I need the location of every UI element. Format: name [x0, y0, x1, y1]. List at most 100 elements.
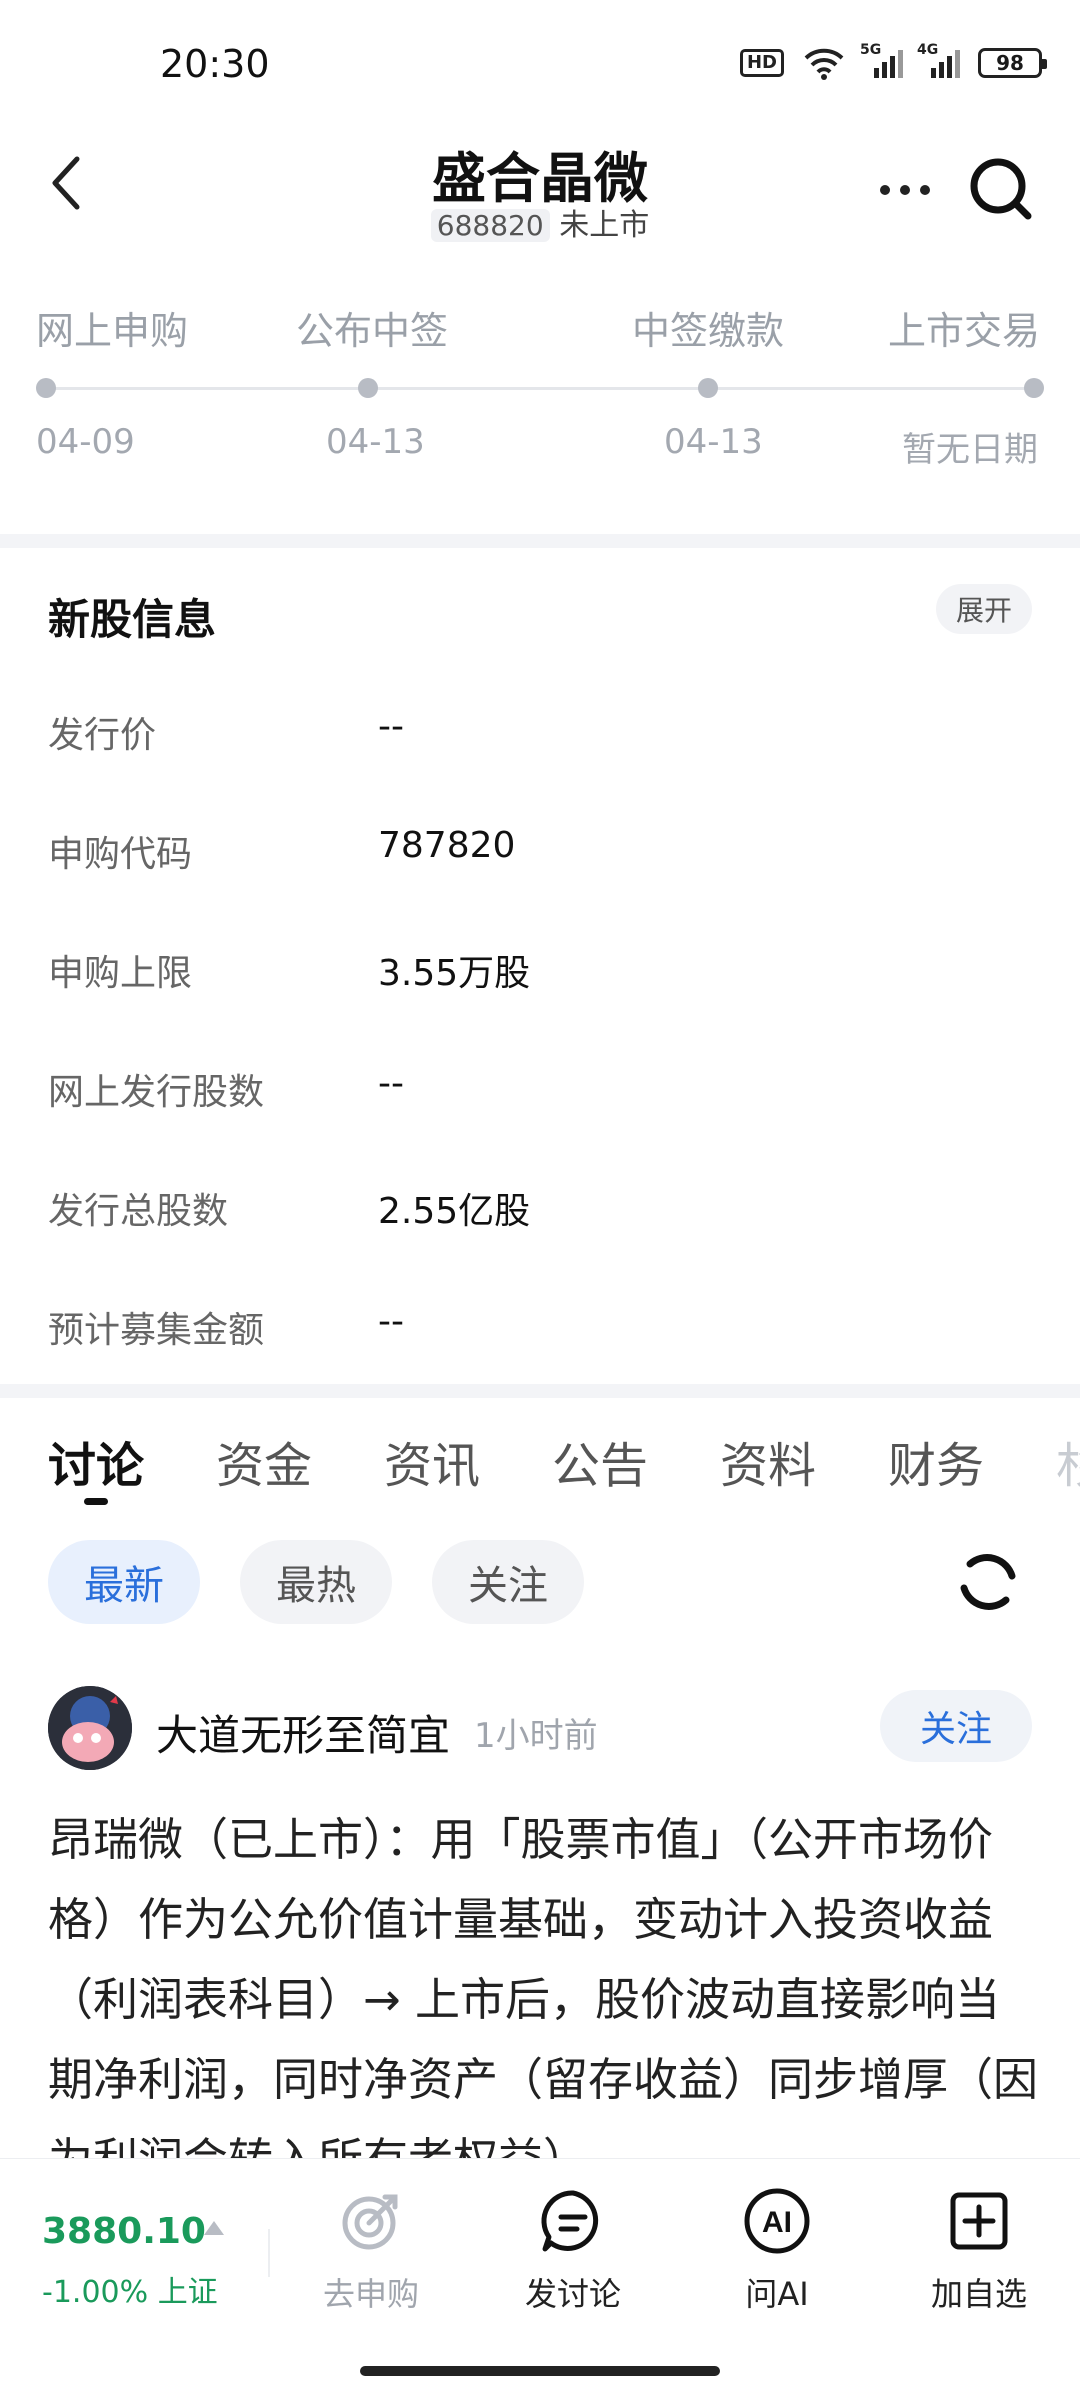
info-value: --	[378, 1063, 404, 1104]
info-title: 新股信息	[48, 595, 217, 644]
timeline-label: 中签缴款	[632, 309, 785, 353]
info-value: --	[378, 1301, 404, 1342]
info-row-subscription-code: 申购代码 787820	[48, 825, 1028, 885]
search-icon	[970, 158, 1032, 220]
bottom-divider	[268, 2229, 270, 2277]
index-trend-icon	[204, 2221, 224, 2235]
tab-discussion[interactable]: 讨论	[48, 1426, 144, 1496]
signal-4g-icon: 4G	[917, 42, 960, 78]
timeline-date: 暂无日期	[902, 430, 1038, 470]
bottom-item-label: 问AI	[745, 2275, 809, 2313]
ask-ai-button[interactable]: AI 问AI	[692, 2185, 862, 2345]
header: 盛合晶微 688820 未上市	[0, 130, 1080, 250]
info-value: 787820	[378, 825, 516, 866]
chat-icon	[541, 2190, 599, 2252]
info-key: 申购上限	[48, 953, 193, 994]
ai-icon: AI	[744, 2188, 810, 2254]
bottom-bar: 3880.10 -1.00% 上证 去申购 发讨论 AI 问AI 加自选	[0, 2158, 1080, 2400]
expand-button[interactable]: 展开	[935, 584, 1032, 634]
timeline-step-payment: 中签缴款 04-13	[632, 300, 784, 470]
info-row-issue-price: 发行价 --	[48, 706, 1028, 766]
index-change-line[interactable]: -1.00% 上证	[42, 2267, 218, 2311]
timeline-dot	[698, 378, 718, 398]
signal-5g-icon: 5G	[860, 42, 903, 78]
target-icon	[342, 2194, 398, 2250]
filter-following[interactable]: 关注	[432, 1540, 584, 1624]
add-box-icon	[950, 2192, 1008, 2250]
timeline-date: 04-13	[664, 422, 763, 462]
timeline-step-announce: 公布中签 04-13	[296, 300, 448, 470]
section-divider	[0, 534, 1080, 548]
info-value: --	[378, 706, 404, 747]
tab-financials[interactable]: 财务	[888, 1426, 984, 1496]
info-key: 发行价	[48, 715, 157, 756]
filter-latest[interactable]: 最新	[48, 1540, 200, 1624]
timeline-label: 上市交易	[888, 309, 1041, 353]
refresh-button[interactable]	[946, 1540, 1030, 1624]
tab-partial[interactable]: 杉	[1056, 1426, 1080, 1496]
wifi-icon	[802, 46, 846, 80]
svg-text:AI: AI	[762, 2206, 792, 2239]
refresh-icon	[960, 1554, 1016, 1610]
more-dot-icon	[880, 185, 890, 195]
avatar[interactable]	[48, 1686, 132, 1770]
info-row-expected-raise: 预计募集金额 --	[48, 1301, 1028, 1361]
status-icons: HD 5G 4G 98	[739, 42, 1047, 80]
info-key: 申购代码	[48, 834, 193, 875]
go-subscribe-button[interactable]: 去申购	[286, 2185, 456, 2345]
follow-button[interactable]: 关注	[879, 1690, 1032, 1762]
timeline-line	[45, 387, 1035, 390]
tab-funds[interactable]: 资金	[216, 1426, 312, 1496]
hd-icon: HD	[739, 49, 784, 77]
battery-icon: 98	[978, 48, 1047, 78]
timeline-dot	[1024, 378, 1044, 398]
bottom-item-label: 加自选	[930, 2275, 1027, 2313]
network-label-5g: 5G	[860, 42, 882, 58]
add-watchlist-button[interactable]: 加自选	[894, 2185, 1064, 2345]
home-indicator[interactable]	[360, 2366, 720, 2376]
stock-code: 688820	[430, 209, 550, 242]
post-body[interactable]: 昂瑞微（已上市）：用「股票市值」（公开市场价格）作为公允价值计量基础，变动计入投…	[48, 1800, 1038, 2160]
section-divider	[0, 1384, 1080, 1398]
content-tabs: 讨论 资金 资讯 公告 资料 财务 杉	[0, 1400, 1080, 1520]
post-time: 1小时前	[474, 1716, 598, 1756]
index-value[interactable]: 3880.10	[42, 2211, 206, 2252]
ipo-timeline: 网上申购 04-09 公布中签 04-13 中签缴款 04-13 上市交易 暂无…	[0, 300, 1080, 470]
info-value: 2.55亿股	[378, 1191, 531, 1232]
timeline-label: 网上申购	[36, 309, 189, 353]
index-change: -1.00%	[42, 2275, 149, 2310]
tab-announcements[interactable]: 公告	[552, 1426, 648, 1496]
timeline-dot	[358, 378, 378, 398]
post-author[interactable]: 大道无形至简宜	[156, 1702, 450, 1763]
info-key: 发行总股数	[48, 1191, 229, 1232]
timeline-step-listing: 上市交易 暂无日期	[888, 300, 1044, 470]
search-button[interactable]	[962, 150, 1042, 230]
more-dot-icon	[920, 185, 930, 195]
info-key: 网上发行股数	[48, 1072, 265, 1113]
post-discussion-button[interactable]: 发讨论	[488, 2185, 658, 2345]
discussion-post[interactable]: 大道无形至简宜 1小时前 关注 昂瑞微（已上市）：用「股票市值」（公开市场价格）…	[0, 1680, 1080, 2160]
tab-news[interactable]: 资讯	[384, 1426, 480, 1496]
post-filters: 最新 最热 关注	[0, 1540, 1080, 1630]
status-bar: 20:30 HD 5G 4G 98	[0, 0, 1080, 130]
active-tab-indicator	[84, 1498, 108, 1505]
listing-status: 未上市	[559, 208, 650, 243]
status-time: 20:30	[160, 42, 270, 86]
info-row-online-shares: 网上发行股数 --	[48, 1063, 1028, 1123]
new-stock-info: 新股信息 展开 发行价 -- 申购代码 787820 申购上限 3.55万股 网…	[0, 548, 1080, 1380]
timeline-step-subscribe: 网上申购 04-09	[36, 300, 188, 470]
timeline-date: 04-13	[326, 422, 425, 462]
network-label-4g: 4G	[917, 42, 939, 58]
bottom-item-label: 去申购	[322, 2275, 419, 2313]
tab-profile[interactable]: 资料	[720, 1426, 816, 1496]
info-value: 3.55万股	[378, 953, 531, 994]
filter-hot[interactable]: 最热	[240, 1540, 392, 1624]
info-key: 预计募集金额	[48, 1310, 265, 1351]
timeline-label: 公布中签	[296, 309, 449, 353]
timeline-dot	[36, 378, 56, 398]
timeline-date: 04-09	[36, 422, 135, 462]
bottom-item-label: 发讨论	[524, 2275, 621, 2313]
more-button[interactable]	[870, 170, 940, 210]
more-dot-icon	[900, 185, 910, 195]
index-name: 上证	[157, 2275, 218, 2310]
